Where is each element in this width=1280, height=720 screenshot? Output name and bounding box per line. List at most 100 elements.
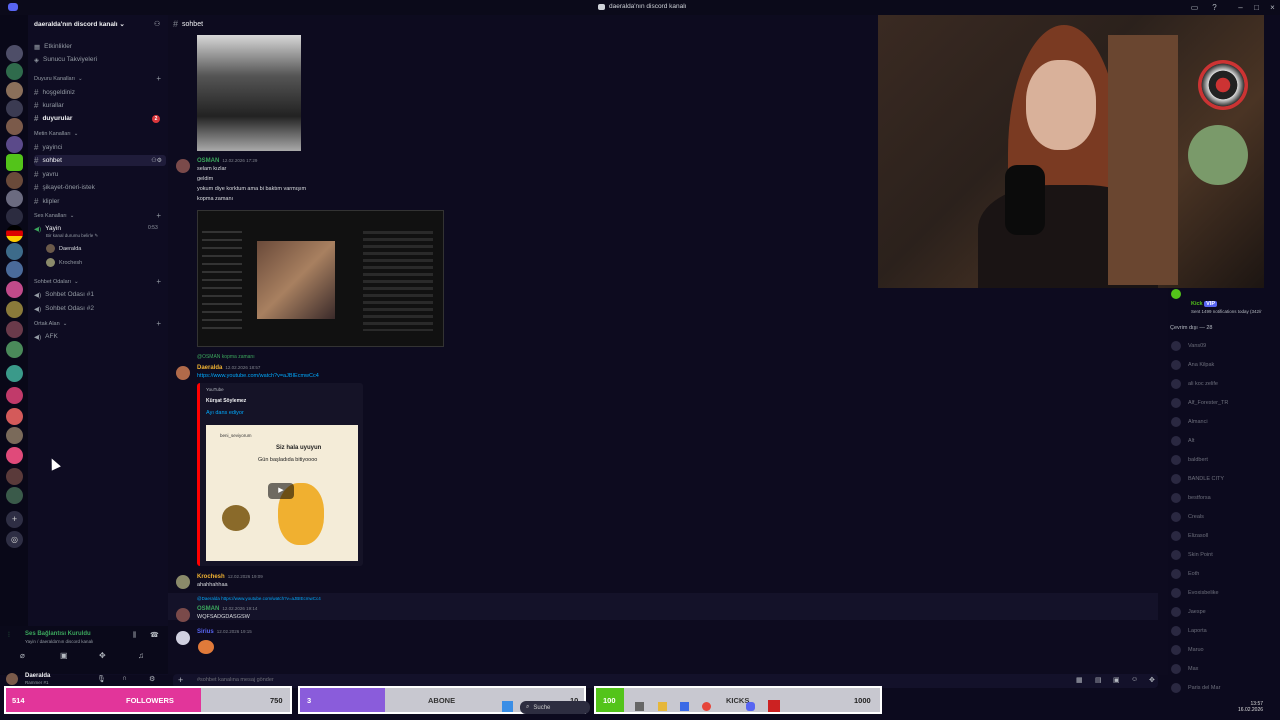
avatar[interactable] <box>176 631 190 645</box>
discord-taskbar-icon[interactable] <box>746 702 755 711</box>
server-icon[interactable] <box>6 321 23 338</box>
server-icon[interactable] <box>6 136 23 153</box>
channel-hosgeldiniz[interactable]: # hoşgeldiniz <box>34 87 75 98</box>
taskbar-clock[interactable]: 13:57 16.02.2026 <box>1238 701 1263 713</box>
viewer-item[interactable]: Paris del Mar <box>1171 682 1220 694</box>
add-channel-icon[interactable]: + <box>156 319 161 328</box>
channel-klipler[interactable]: # klipler <box>34 196 59 207</box>
apps-icon[interactable]: ✥ <box>1149 676 1155 684</box>
category-metin[interactable]: Metin Kanalları ⌄ <box>34 131 78 137</box>
channel-sohbet[interactable]: # sohbet ⚇⚙ <box>34 155 166 166</box>
viewer-item[interactable]: bestforsa <box>1171 492 1211 504</box>
server-icon[interactable] <box>6 243 23 260</box>
taskbar-app-icon[interactable] <box>680 702 689 711</box>
viewer-item[interactable]: Eoth <box>1171 568 1199 580</box>
voice-user[interactable]: Krochesh <box>46 257 82 268</box>
server-icon[interactable] <box>6 427 23 444</box>
disconnect-icon[interactable]: ☎ <box>150 631 159 639</box>
help-icon[interactable]: ? <box>1210 3 1219 12</box>
avatar[interactable] <box>176 575 190 589</box>
current-user-name[interactable]: Daeralda <box>25 673 50 679</box>
reply-reference[interactable]: @Daeralda https://www.youtube.com/watch?… <box>197 596 321 601</box>
server-icon[interactable] <box>6 190 23 207</box>
avatar[interactable] <box>176 608 190 622</box>
viewer-item[interactable]: baldbert <box>1171 454 1208 466</box>
server-icon[interactable] <box>6 45 23 62</box>
viewer-item[interactable]: Creals <box>1171 511 1204 523</box>
taskbar-search[interactable]: ⌕ Suche <box>520 701 590 714</box>
channel-yavru[interactable]: # yavru <box>34 169 58 180</box>
kick-server-icon[interactable] <box>6 154 23 171</box>
chrome-icon[interactable] <box>702 702 711 711</box>
server-icon[interactable] <box>6 225 23 242</box>
avatar[interactable] <box>176 159 190 173</box>
category-duyuru[interactable]: Duyuru Kanalları ⌄ <box>34 76 83 82</box>
add-channel-icon[interactable]: + <box>156 277 161 286</box>
viewer-item[interactable]: Ana Kilpak <box>1171 359 1214 371</box>
screen-share-icon[interactable]: ▣ <box>60 651 68 660</box>
avatar[interactable] <box>6 673 18 685</box>
soundboard-icon[interactable]: ♫ <box>138 651 144 660</box>
channel-yayinci[interactable]: # yayinci <box>34 142 62 153</box>
server-icon[interactable] <box>6 387 23 404</box>
voice-channel-sohbet2[interactable]: ◀) Sohbet Odası #2 <box>34 303 94 314</box>
server-icon[interactable] <box>6 118 23 135</box>
server-icon[interactable] <box>6 447 23 464</box>
avatar[interactable] <box>176 366 190 380</box>
noise-icon[interactable]: ⫼ <box>133 632 136 640</box>
camera-off-icon[interactable]: ⌀ <box>20 651 25 660</box>
windows-start-icon[interactable] <box>502 701 513 712</box>
viewer-item[interactable]: Elizasoll <box>1171 530 1208 542</box>
category-ortak[interactable]: Ortak Alan ⌄ <box>34 321 67 327</box>
category-ses[interactable]: Ses Kanalları ⌄ <box>34 213 74 219</box>
channel-duyurular[interactable]: # duyurular 2 <box>34 113 166 124</box>
file-explorer-icon[interactable] <box>658 702 667 711</box>
embed-video-thumbnail[interactable]: beni_seviyorum Siz hala uyuyun Gün başla… <box>206 425 358 561</box>
boosts-item[interactable]: ◈ Sunucu Takviyeleri <box>34 54 97 65</box>
activities-icon[interactable]: ✥ <box>99 651 106 660</box>
sticker-icon[interactable]: ▣ <box>1113 676 1120 684</box>
screenshot-attachment[interactable] <box>197 210 444 347</box>
channel-kurallar[interactable]: # kurallar <box>34 100 64 111</box>
minimize-icon[interactable]: – <box>1236 3 1245 12</box>
viewer-item[interactable]: Evoxisbelike <box>1171 587 1219 599</box>
mic-icon[interactable]: 🎙 <box>97 675 106 683</box>
viewer-item[interactable]: Almanci <box>1171 416 1208 428</box>
play-icon[interactable]: ▶ <box>268 483 294 499</box>
server-icon[interactable] <box>6 281 23 298</box>
viewer-item[interactable]: Laporta <box>1171 625 1207 637</box>
voice-user[interactable]: Daeralda <box>46 243 81 254</box>
viewer-item[interactable]: Vans09 <box>1171 340 1206 352</box>
events-item[interactable]: ▦ Etkinlikler <box>34 41 72 52</box>
add-server-icon[interactable]: + <box>6 511 23 528</box>
add-channel-icon[interactable]: + <box>156 211 161 220</box>
explore-icon[interactable]: ◎ <box>6 531 23 548</box>
viewer-item[interactable]: Jaespe <box>1171 606 1206 618</box>
gif-icon[interactable]: ▤ <box>1095 676 1102 684</box>
server-icon[interactable] <box>6 301 23 318</box>
attach-plus-icon[interactable]: + <box>178 675 183 685</box>
server-icon[interactable] <box>6 100 23 117</box>
voice-channel-afk[interactable]: ◀) AFK <box>34 331 58 342</box>
taskbar-app-icon[interactable] <box>635 702 644 711</box>
viewer-item[interactable]: Skin Point <box>1171 549 1213 561</box>
settings-gear-icon[interactable]: ⚙ <box>149 675 155 683</box>
taskbar-app-icon[interactable] <box>768 700 780 712</box>
image-attachment[interactable] <box>197 35 301 151</box>
server-icon[interactable] <box>6 408 23 425</box>
server-icon[interactable] <box>6 468 23 485</box>
server-icon[interactable] <box>6 365 23 382</box>
add-member-icon[interactable]: ⚇ <box>154 20 160 28</box>
viewer-item[interactable]: BANDLE CITY <box>1171 473 1224 485</box>
channel-settings-icon[interactable]: ⚇⚙ <box>151 157 162 164</box>
viewer-item[interactable]: Alt <box>1171 435 1194 447</box>
message-author[interactable]: Sirius 12.02.2026 19:15 <box>197 629 252 635</box>
server-icon[interactable] <box>6 82 23 99</box>
server-icon[interactable] <box>6 487 23 504</box>
reply-reference[interactable]: @OSMAN kopma zamanı <box>197 354 255 360</box>
voice-channel-sohbet1[interactable]: ◀) Sohbet Odası #1 <box>34 289 94 300</box>
emoji-icon[interactable]: ☺ <box>1131 676 1138 683</box>
viewer-item[interactable]: Alf_Forester_TR <box>1171 397 1228 409</box>
channel-sikayet[interactable]: # şikayet-öneri-istek <box>34 182 95 193</box>
server-name[interactable]: daeralda'nın discord kanalı ⌄ <box>34 20 125 28</box>
